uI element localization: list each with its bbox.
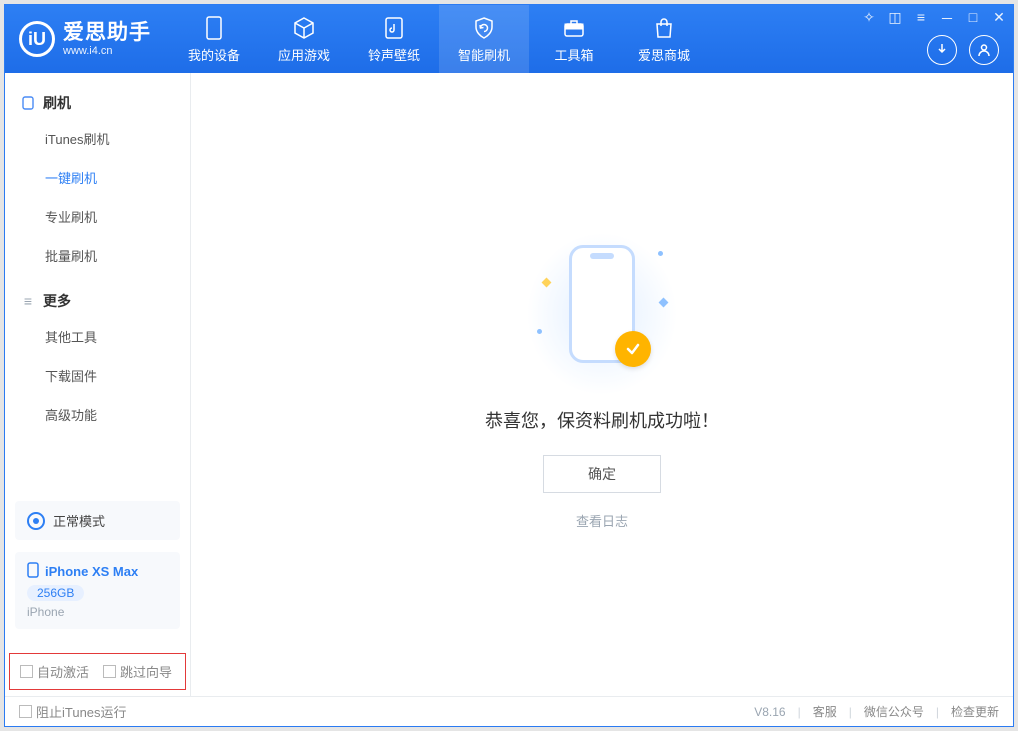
status-link-wechat[interactable]: 微信公众号 (864, 703, 924, 720)
nav-label: 铃声壁纸 (368, 45, 420, 64)
sidebar-item-itunes-flash[interactable]: iTunes刷机 (45, 119, 190, 158)
sidebar-item-advanced[interactable]: 高级功能 (45, 395, 190, 434)
nav-smart-flash[interactable]: 智能刷机 (439, 5, 529, 73)
sidebar-item-oneclick-flash[interactable]: 一键刷机 (45, 158, 190, 197)
list-icon: ≡ (21, 294, 35, 308)
success-panel: 恭喜您，保资料刷机成功啦！ 确定 查看日志 (485, 239, 719, 530)
sidebar: 刷机 iTunes刷机 一键刷机 专业刷机 批量刷机 ≡ 更多 其他工具 下载固… (5, 73, 191, 696)
sidebar-item-pro-flash[interactable]: 专业刷机 (45, 197, 190, 236)
app-name: 爱思助手 (63, 21, 151, 44)
phone-small-icon (27, 562, 39, 581)
phone-icon (201, 15, 227, 41)
sidebar-section-title: 刷机 (43, 93, 71, 113)
body: 刷机 iTunes刷机 一键刷机 专业刷机 批量刷机 ≡ 更多 其他工具 下载固… (5, 73, 1013, 696)
mode-label: 正常模式 (53, 511, 105, 530)
main-content: 恭喜您，保资料刷机成功啦！ 确定 查看日志 (191, 73, 1013, 696)
sidebar-section-more: ≡ 更多 (5, 283, 190, 317)
sidebar-item-other-tools[interactable]: 其他工具 (45, 317, 190, 356)
device-capacity: 256GB (27, 585, 84, 601)
options-highlight-row: 自动激活 跳过向导 (9, 653, 186, 690)
close-icon[interactable]: ✕ (991, 9, 1007, 29)
success-message: 恭喜您，保资料刷机成功啦！ (485, 407, 719, 433)
checkbox-label: 自动激活 (37, 662, 89, 681)
nav-toolbox[interactable]: 工具箱 (529, 5, 619, 73)
feedback-icon[interactable]: ◫ (887, 9, 903, 29)
app-url: www.i4.cn (63, 45, 151, 57)
user-account-icon[interactable] (969, 35, 999, 65)
titlebar: iU 爱思助手 www.i4.cn 我的设备 应用游戏 铃声壁纸 智能刷机 (5, 5, 1013, 73)
view-log-link[interactable]: 查看日志 (485, 511, 719, 530)
nav-store[interactable]: 爱思商城 (619, 5, 709, 73)
sidebar-item-batch-flash[interactable]: 批量刷机 (45, 236, 190, 275)
device-card[interactable]: iPhone XS Max 256GB iPhone (15, 552, 180, 629)
mode-indicator-icon (27, 512, 45, 530)
device-name: iPhone XS Max (45, 564, 138, 579)
bag-icon (651, 15, 677, 41)
checkbox-label: 阻止iTunes运行 (36, 702, 127, 721)
nav-label: 爱思商城 (638, 45, 690, 64)
minimize-icon[interactable]: － (939, 9, 955, 29)
device-mode-card[interactable]: 正常模式 (15, 501, 180, 540)
nav-my-device[interactable]: 我的设备 (169, 5, 259, 73)
device-type: iPhone (27, 605, 168, 619)
nav-label: 应用游戏 (278, 45, 330, 64)
sidebar-section-title: 更多 (43, 291, 71, 311)
toolbox-icon (561, 15, 587, 41)
nav-label: 工具箱 (554, 45, 593, 64)
music-file-icon (381, 15, 407, 41)
download-manager-icon[interactable] (927, 35, 957, 65)
version-label: V8.16 (754, 705, 785, 719)
checkbox-auto-activate[interactable]: 自动激活 (20, 662, 89, 681)
nav-label: 智能刷机 (458, 45, 510, 64)
maximize-icon[interactable]: □ (965, 9, 981, 29)
ok-button[interactable]: 确定 (543, 455, 661, 493)
menu-icon[interactable]: ≡ (913, 9, 929, 29)
success-check-badge-icon (615, 331, 651, 367)
app-logo: iU 爱思助手 www.i4.cn (5, 5, 169, 73)
logo-icon: iU (19, 21, 55, 57)
shield-refresh-icon (471, 15, 497, 41)
nav-label: 我的设备 (188, 45, 240, 64)
device-small-icon (21, 96, 35, 110)
nav-apps-games[interactable]: 应用游戏 (259, 5, 349, 73)
checkbox-label: 跳过向导 (120, 662, 172, 681)
top-nav: 我的设备 应用游戏 铃声壁纸 智能刷机 工具箱 爱思商城 (169, 5, 709, 73)
sidebar-item-download-firmware[interactable]: 下载固件 (45, 356, 190, 395)
status-link-update[interactable]: 检查更新 (951, 703, 999, 720)
window-controls: ✧ ◫ ≡ － □ ✕ (861, 9, 1007, 29)
checkbox-skip-guide[interactable]: 跳过向导 (103, 662, 172, 681)
status-link-support[interactable]: 客服 (813, 703, 837, 720)
success-illustration (537, 239, 667, 389)
skin-icon[interactable]: ✧ (861, 9, 877, 29)
app-window: iU 爱思助手 www.i4.cn 我的设备 应用游戏 铃声壁纸 智能刷机 (4, 4, 1014, 727)
checkbox-block-itunes[interactable]: 阻止iTunes运行 (19, 702, 127, 721)
statusbar: 阻止iTunes运行 V8.16 | 客服 | 微信公众号 | 检查更新 (5, 696, 1013, 726)
sidebar-section-flash: 刷机 (5, 85, 190, 119)
cube-icon (291, 15, 317, 41)
titlebar-actions (927, 35, 999, 65)
nav-ringtone-wallpaper[interactable]: 铃声壁纸 (349, 5, 439, 73)
